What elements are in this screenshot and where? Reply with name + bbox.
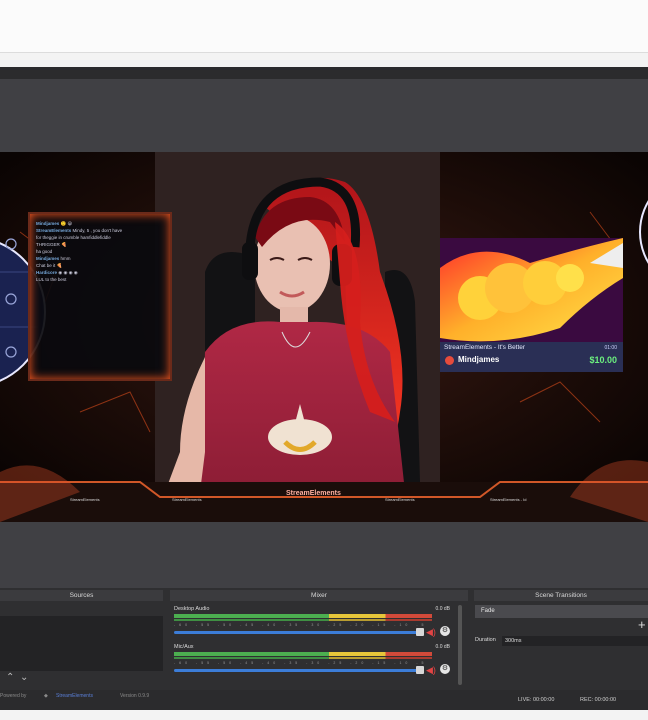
chat-line: StreamElements Mindy, 5 , you don't have <box>36 228 123 233</box>
chat-line: for theggie in crumble hamfiddlefiddle <box>36 235 111 240</box>
volume-fader-knob[interactable] <box>416 628 424 636</box>
streamelements-logo-icon: ◆ <box>44 693 48 699</box>
chat-line: ha good <box>36 249 53 254</box>
transition-select[interactable]: Fade <box>475 605 648 618</box>
add-transition-icon[interactable]: + <box>638 617 646 632</box>
live-timer: LIVE: 00:00:00 <box>518 697 555 703</box>
duration-input[interactable]: 300ms <box>502 636 648 646</box>
chat-line: Chat be it 🍕 <box>36 263 63 268</box>
chat-line: Mindjames 🙂 😀 <box>36 221 73 226</box>
overlay-brand: StreamElements <box>286 490 341 497</box>
mixer-dock-title: Mixer <box>170 590 468 601</box>
volume-meter <box>174 614 432 618</box>
volume-fader[interactable] <box>174 631 422 634</box>
overlay-chip: StreamElements <box>385 497 415 502</box>
move-up-icon[interactable]: ⌃ <box>6 672 14 683</box>
volume-meter-secondary <box>174 657 432 659</box>
chat-line: Mindjames hmm <box>36 256 71 261</box>
gear-icon[interactable]: ⚙ <box>440 664 450 674</box>
gear-icon[interactable]: ⚙ <box>440 626 450 636</box>
overlay-chip: StreamElements <box>172 497 202 502</box>
bottom-strip <box>0 710 648 720</box>
meter-ticks: -60 -55 -50 -45 -40 -35 -30 -25 -20 -15 … <box>174 623 432 627</box>
version-label: Version 0.9.9 <box>120 693 150 699</box>
speaker-mute-icon[interactable]: ◀) <box>426 627 436 638</box>
volume-fader[interactable] <box>174 669 422 672</box>
volume-meter-secondary <box>174 619 432 621</box>
volume-fader-knob[interactable] <box>416 666 424 674</box>
tip-username: Mindjames <box>458 355 500 364</box>
tip-caption: StreamElements - It's Better 01:00 Mindj… <box>440 342 623 372</box>
sources-dock-title: Sources <box>0 590 163 601</box>
mixer-scrollbar[interactable] <box>458 605 462 685</box>
duration-label: Duration <box>475 637 496 643</box>
move-down-icon[interactable]: ⌄ <box>20 672 28 683</box>
chat-line: Hardicore ◉ ◉ ◉ ◉ <box>36 270 78 275</box>
channel-db: 0.0 dB <box>435 606 450 612</box>
meter-ticks: -60 -55 -50 -45 -40 -35 -30 -25 -20 -15 … <box>174 661 432 665</box>
channel-name: Desktop Audio <box>174 606 210 612</box>
transitions-dock-title: Scene Transitions <box>474 590 648 601</box>
tip-time: 01:00 <box>604 345 617 351</box>
chat-widget: Mindjames 🙂 😀 StreamElements Mindy, 5 , … <box>28 212 172 381</box>
headphone-left <box>242 242 258 280</box>
overlay-chip: StreamElements <box>70 497 100 502</box>
volume-meter <box>174 652 432 656</box>
sources-list[interactable] <box>0 616 163 671</box>
bottom-overlay-bar <box>0 482 648 522</box>
stream-preview[interactable]: Mindjames 🙂 😀 StreamElements Mindy, 5 , … <box>0 152 648 522</box>
streamelements-brand: StreamElements <box>56 693 93 699</box>
speaker-mute-icon[interactable]: ◀) <box>426 665 436 676</box>
channel-name: Mic/Aux <box>174 644 194 650</box>
browser-top-bar <box>0 0 648 53</box>
rec-timer: REC: 00:00:00 <box>580 697 617 703</box>
overlay-chip: StreamElements - Id <box>490 497 527 502</box>
tip-flame-art <box>440 238 623 342</box>
channel-db: 0.0 dB <box>435 644 450 650</box>
chat-line: THRIGGER 🍕 <box>36 242 67 247</box>
user-badge-icon <box>445 356 454 365</box>
powered-by-label: Powered by <box>0 693 27 699</box>
title-strip <box>0 67 648 79</box>
chat-line: LUL to the best <box>36 277 67 282</box>
mixer-channel-mic: Mic/Aux 0.0 dB -60 -55 -50 -45 -40 -35 -… <box>174 644 458 680</box>
tip-alert-widget: StreamElements - It's Better 01:00 Mindj… <box>440 238 623 372</box>
mixer-channel-desktop: Desktop Audio 0.0 dB -60 -55 -50 -45 -40… <box>174 606 458 642</box>
tip-amount: $10.00 <box>589 355 617 365</box>
tip-title: StreamElements - It's Better <box>444 344 526 351</box>
